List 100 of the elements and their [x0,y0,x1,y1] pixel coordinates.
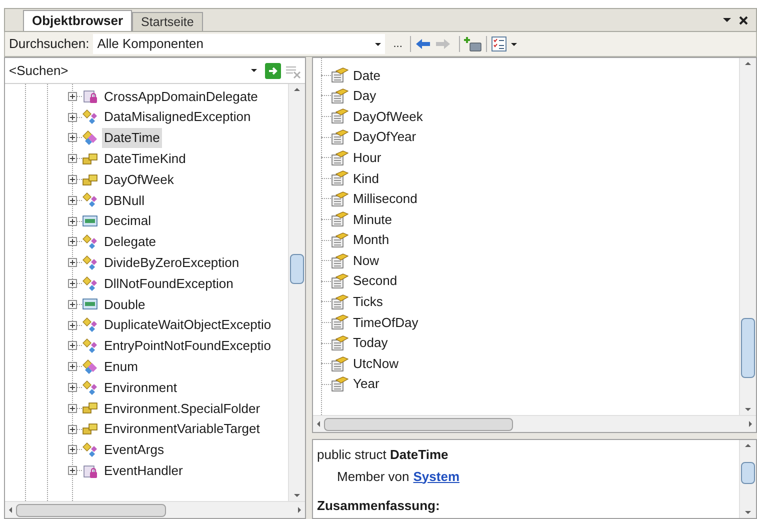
property-icon [331,314,349,330]
member-item[interactable]: Year [353,374,380,394]
search-field[interactable]: <Suchen> [9,60,261,80]
vertical-scrollbar[interactable] [288,84,305,501]
value-type-icon [82,213,98,230]
type-item[interactable]: CrossAppDomainDelegate [102,86,260,106]
type-item[interactable]: EntryPointNotFoundExceptio [102,336,273,356]
scroll-up-icon[interactable] [745,62,751,65]
scroll-right-icon[interactable] [298,507,301,513]
type-item[interactable]: DuplicateWaitObjectExceptio [102,315,274,335]
close-icon[interactable] [739,16,748,24]
diamond-icon [82,358,98,375]
property-icon [331,273,349,290]
enum-icon [82,172,98,188]
member-item[interactable]: TimeOfDay [353,312,418,332]
scroll-thumb[interactable] [741,318,755,378]
expand-icon[interactable] [68,237,77,246]
type-item[interactable]: DBNull [102,190,146,210]
scroll-thumb[interactable] [290,254,304,284]
vertical-scrollbar[interactable] [739,440,756,518]
back-arrow-icon[interactable] [415,38,432,50]
type-item[interactable]: Environment.SpecialFolder [102,398,262,418]
add-reference-icon[interactable] [464,36,482,52]
type-item[interactable]: DataMisalignedException [102,107,253,127]
dropdown-icon[interactable] [723,18,731,22]
scroll-thumb[interactable] [741,462,755,484]
more-button[interactable]: ... [389,38,406,50]
scroll-left-icon[interactable] [317,421,320,427]
type-item[interactable]: DateTime [102,128,162,148]
member-of-label: Member von [337,468,410,486]
vertical-scrollbar[interactable] [739,58,756,415]
member-item[interactable]: Hour [353,148,382,168]
member-item[interactable]: Day [353,86,376,106]
expand-icon[interactable] [68,279,77,288]
scroll-down-icon[interactable] [745,408,751,411]
type-item[interactable]: Enum [102,357,140,376]
expand-icon[interactable] [68,404,77,413]
expand-icon[interactable] [68,362,77,372]
class-icon [82,109,98,126]
scroll-thumb[interactable] [324,418,514,430]
expand-icon[interactable] [68,216,77,226]
member-item[interactable]: Millisecond [353,189,418,209]
member-item[interactable]: UtcNow [353,354,399,374]
member-item[interactable]: Today [353,333,388,353]
property-icon [331,376,349,392]
member-item[interactable]: Minute [353,210,392,230]
type-item[interactable]: EventHandler [102,460,185,480]
expand-icon[interactable] [68,112,77,122]
expand-icon[interactable] [68,320,77,330]
member-item[interactable]: DayOfWeek [353,106,423,126]
type-item[interactable]: DivideByZeroException [102,253,242,273]
member-item[interactable]: Kind [353,168,380,188]
expand-icon[interactable] [68,341,77,350]
scroll-up-icon[interactable] [294,88,300,91]
property-icon [331,129,349,146]
expand-icon[interactable] [68,300,77,309]
type-item[interactable]: Environment [102,378,179,398]
property-icon [331,211,349,228]
scroll-down-icon[interactable] [745,511,751,514]
type-item[interactable]: Double [102,294,148,314]
type-item[interactable]: DayOfWeek [102,170,176,190]
member-item[interactable]: Month [353,230,390,250]
expand-icon[interactable] [68,445,77,454]
settings-list-icon[interactable] [491,36,508,52]
member-item[interactable]: Second [353,271,398,291]
type-item[interactable]: DllNotFoundException [102,274,236,294]
type-item[interactable]: EventArgs [102,440,166,460]
expand-icon[interactable] [68,424,77,434]
search-input[interactable]: <Suchen> [9,60,209,80]
dropdown-icon[interactable] [511,42,518,46]
dropdown-icon[interactable] [251,69,257,72]
expand-icon[interactable] [68,92,77,101]
expand-icon[interactable] [68,196,77,205]
scroll-down-icon[interactable] [294,494,300,497]
scroll-up-icon[interactable] [745,444,751,447]
expand-icon[interactable] [68,154,77,164]
scroll-right-icon[interactable] [749,421,752,427]
member-item[interactable]: Date [353,66,380,86]
type-item[interactable]: Decimal [102,211,153,231]
type-item[interactable]: EnvironmentVariableTarget [102,419,262,439]
member-item[interactable]: Now [353,250,380,270]
type-item[interactable]: Delegate [102,232,158,252]
horizontal-scrollbar[interactable] [5,501,305,518]
document-tab[interactable]: Objektbrowser [23,10,132,31]
namespace-link[interactable]: System [413,466,460,486]
class-icon [82,338,98,354]
expand-icon[interactable] [68,383,77,392]
document-tab[interactable]: Startseite [132,12,203,31]
member-item[interactable]: Ticks [353,292,383,312]
browse-dropdown[interactable]: Alle Komponenten [93,34,386,54]
scroll-left-icon[interactable] [9,507,12,513]
scroll-thumb[interactable] [16,504,166,516]
dropdown-icon[interactable] [375,42,382,46]
expand-icon[interactable] [68,258,77,268]
expand-icon[interactable] [68,175,77,184]
expand-icon[interactable] [68,466,77,476]
expand-icon[interactable] [68,133,77,142]
horizontal-scrollbar[interactable] [313,415,756,432]
member-item[interactable]: DayOfYear [353,127,416,147]
type-item[interactable]: DateTimeKind [102,149,188,169]
